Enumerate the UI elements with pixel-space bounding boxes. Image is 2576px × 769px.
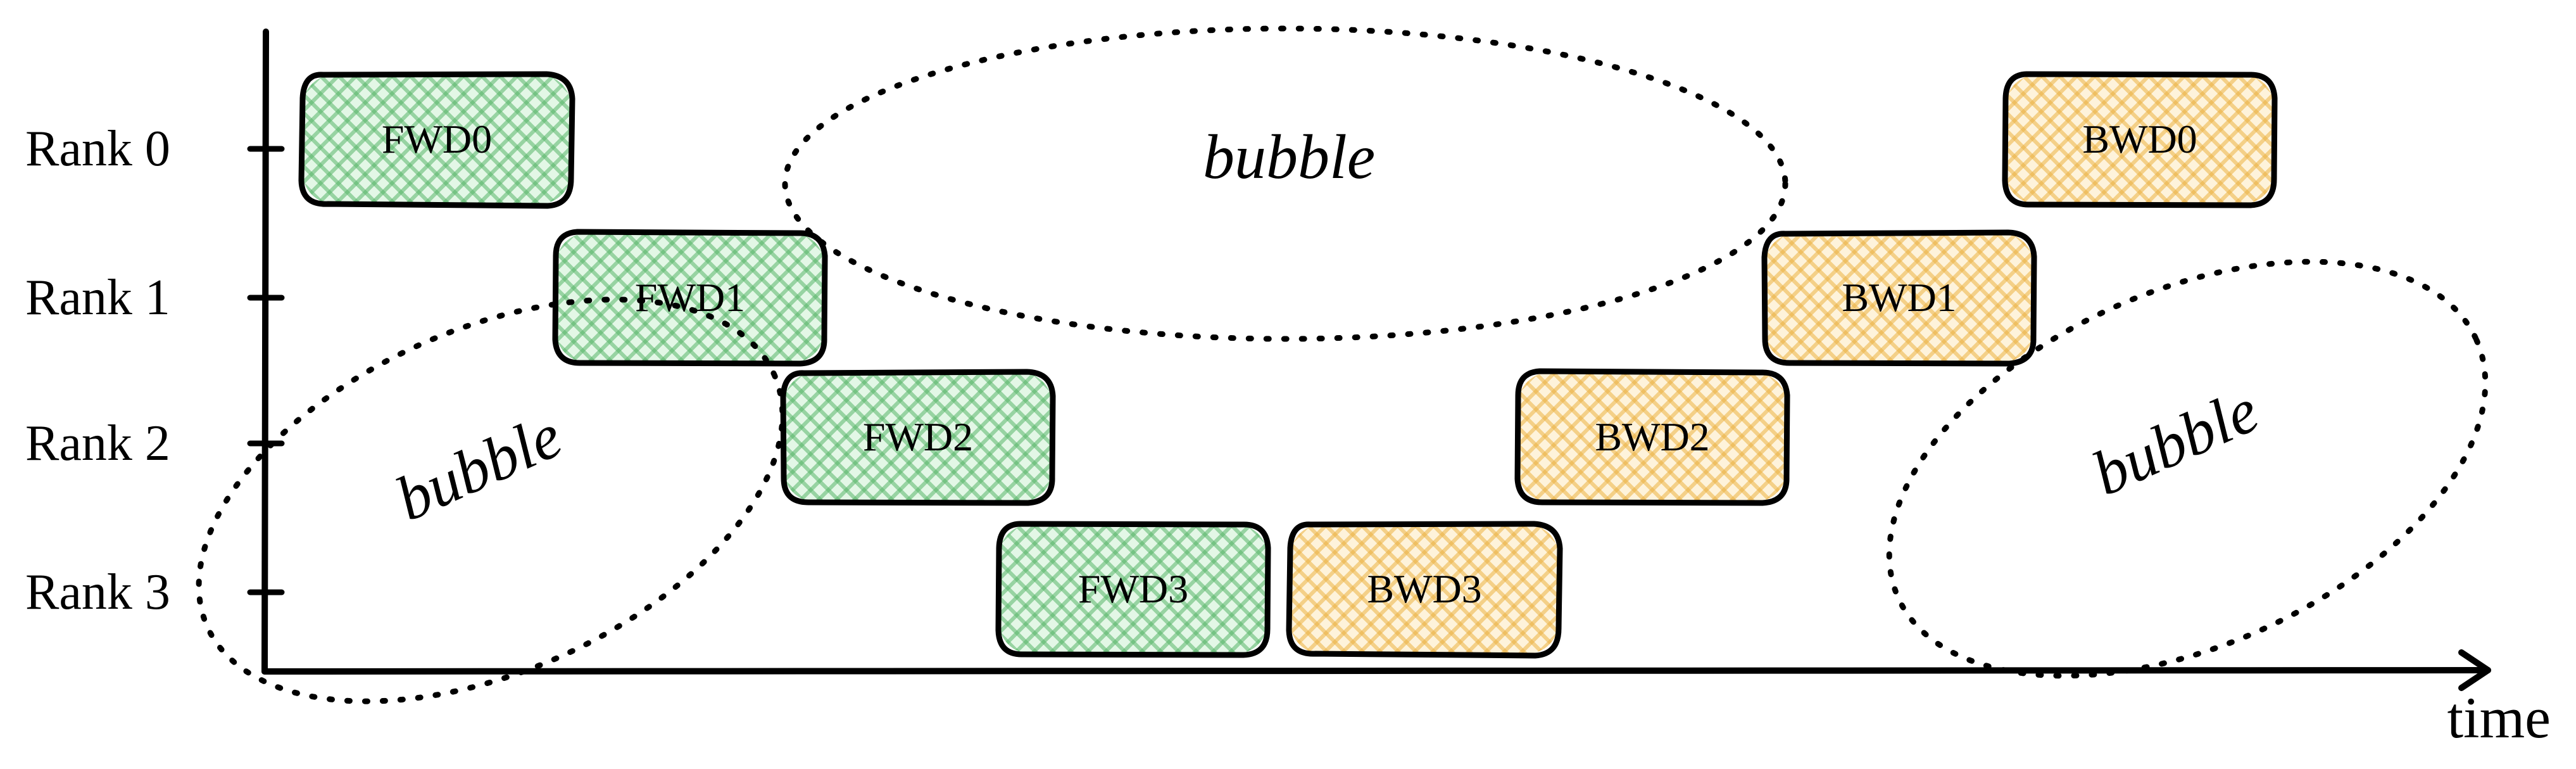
bubble-label-right: bubble — [2082, 374, 2268, 511]
bwd2-block: BWD2 — [1513, 367, 1792, 507]
bwd2-label: BWD2 — [1595, 414, 1709, 461]
fwd2-block: FWD2 — [779, 367, 1057, 507]
bwd0-label: BWD0 — [2082, 116, 2197, 163]
fwd0-block: FWD0 — [298, 70, 576, 209]
bwd3-block: BWD3 — [1285, 519, 1564, 659]
time-axis-label: time — [2447, 684, 2551, 751]
fwd0-label: FWD0 — [382, 116, 492, 163]
rank-label-1: Rank 1 — [25, 269, 253, 327]
fwd1-block: FWD1 — [551, 228, 829, 367]
rank-label-2: Rank 2 — [25, 415, 253, 473]
rank-label-3: Rank 3 — [25, 564, 253, 621]
pipeline-diagram: Rank 0 Rank 1 Rank 2 Rank 3 time bubble … — [0, 0, 2576, 769]
bwd1-block: BWD1 — [1760, 228, 2039, 367]
bwd3-label: BWD3 — [1367, 566, 1481, 613]
bwd1-label: BWD1 — [1842, 274, 1956, 321]
bwd0-block: BWD0 — [2001, 70, 2279, 209]
fwd2-label: FWD2 — [863, 414, 973, 461]
fwd1-label: FWD1 — [635, 274, 745, 321]
fwd3-label: FWD3 — [1078, 566, 1188, 613]
bubble-label-left: bubble — [385, 399, 572, 536]
fwd3-block: FWD3 — [994, 519, 1272, 659]
rank-label-0: Rank 0 — [25, 120, 253, 178]
bubble-label-top: bubble — [1203, 120, 1375, 193]
